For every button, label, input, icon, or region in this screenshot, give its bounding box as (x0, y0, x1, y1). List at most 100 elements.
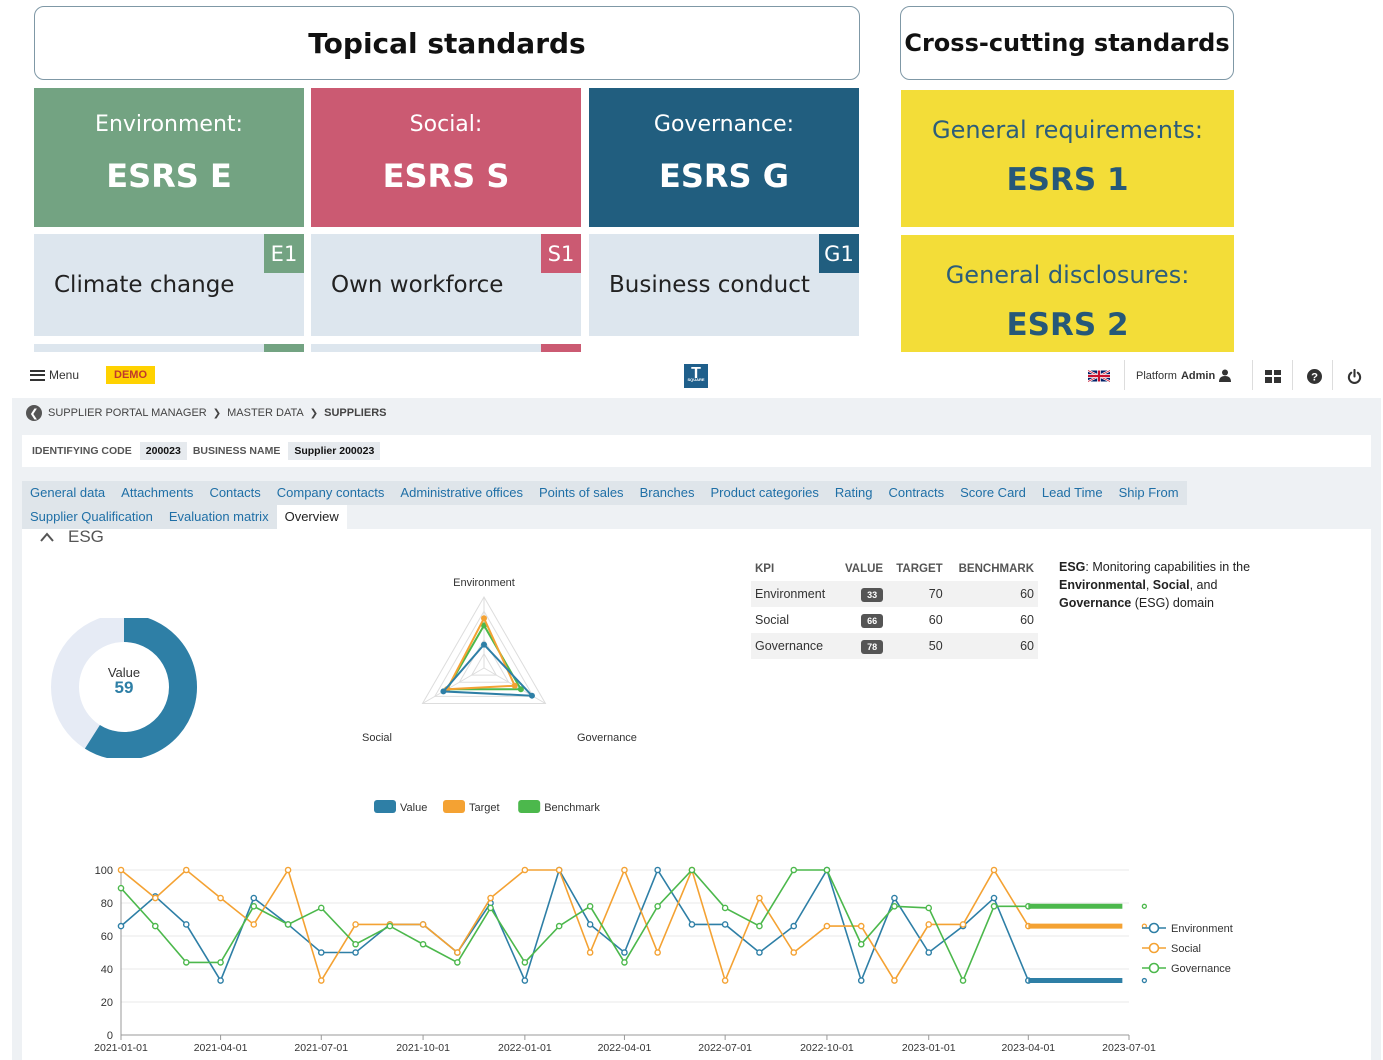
kpi-row: Environment 33 70 60 (751, 581, 1038, 607)
line-point (521, 866, 529, 874)
kpi-target: 50 (887, 633, 947, 659)
legend-item-social[interactable]: Social (1142, 942, 1201, 955)
line-point (721, 977, 729, 984)
y-tick-label: 100 (95, 865, 113, 877)
legend-label: Value (400, 802, 427, 814)
sub-tag: E1 (264, 234, 304, 273)
power-icon[interactable] (1345, 367, 1363, 385)
tab-ship-from[interactable]: Ship From (1110, 481, 1187, 505)
breadcrumb-item[interactable]: SUPPLIER PORTAL MANAGER (48, 407, 207, 419)
line-point (352, 949, 359, 956)
kpi-value-badge: 66 (861, 613, 884, 628)
legend-marker (1148, 922, 1160, 934)
tile-category: Environment: (95, 112, 243, 137)
kpi-target: 70 (887, 581, 947, 607)
desc-bold: Social (1152, 578, 1190, 592)
kpi-row: Governance 78 50 60 (751, 633, 1038, 659)
radar-point (481, 641, 487, 648)
line-point (182, 959, 190, 966)
sub-row-cropped-tag (264, 344, 304, 352)
tsquare-logo-icon[interactable]: T SQUARE (684, 364, 708, 388)
x-tick-label: 2022-01-01 (498, 1042, 552, 1054)
line-point (454, 959, 461, 966)
chevron-right-icon: ❯ (309, 407, 319, 419)
uk-flag-icon[interactable] (1088, 369, 1110, 383)
line-point (621, 866, 628, 874)
line-point (790, 922, 798, 930)
line-point (317, 977, 325, 984)
kpi-value-cell: 33 (836, 581, 888, 607)
menu-button[interactable]: Menu (30, 368, 79, 382)
help-icon[interactable]: ? (1305, 367, 1323, 385)
esg-trend-line-chart: 0 20 40 60 80 100 2021-01-01 2021-04-01 2021-07-… (94, 865, 1233, 1054)
desc-text: : Monitoring capabilities in the (1085, 560, 1251, 574)
tab-contracts[interactable]: Contracts (880, 481, 953, 505)
tile-category: General requirements: (932, 116, 1203, 144)
tab-supplier-qualification[interactable]: Supplier Qualification (22, 505, 161, 529)
business-name-label: BUSINESS NAME (192, 445, 281, 457)
esg-section-header[interactable]: ESG (40, 527, 104, 547)
tile-code: ESRS 2 (1006, 307, 1129, 343)
tile-code: ESRS 1 (1006, 162, 1129, 198)
breadcrumb: ❮ SUPPLIER PORTAL MANAGER ❯ MASTER DATA … (26, 405, 386, 421)
line-point (217, 894, 224, 902)
line-point (1141, 977, 1148, 984)
x-tick-label: 2021-01-01 (94, 1042, 148, 1054)
legend-item-benchmark[interactable]: Benchmark (518, 800, 600, 814)
kpi-col-header: TARGET (896, 563, 943, 575)
radar-axis-label: Social (362, 732, 392, 744)
tab-score-card[interactable]: Score Card (952, 481, 1034, 505)
apps-grid-icon[interactable] (1264, 367, 1282, 385)
radar-axis-label: Governance (577, 732, 637, 744)
tab-lead-time[interactable]: Lead Time (1033, 481, 1111, 505)
divider (1124, 360, 1125, 390)
kpi-name: Social (755, 613, 790, 627)
x-tick-label: 2023-07-01 (1102, 1042, 1156, 1054)
line-point (117, 884, 125, 892)
legend-item-value[interactable]: Value (374, 800, 427, 814)
radar-point (528, 692, 535, 699)
kpi-value-badge: 78 (861, 639, 884, 654)
legend-marker (1148, 942, 1160, 954)
line-point (990, 894, 998, 902)
tab-contacts[interactable]: Contacts (201, 481, 269, 505)
x-tick-label: 2021-07-01 (294, 1042, 348, 1054)
sub-tag: G1 (819, 234, 859, 273)
tile-code: ESRS G (659, 157, 789, 195)
tab-company-contacts[interactable]: Company contacts (268, 481, 393, 505)
user-menu[interactable]: Platform Admin (1136, 369, 1232, 382)
tab-product-categories[interactable]: Product categories (702, 481, 827, 505)
tab-rating[interactable]: Rating (826, 481, 881, 505)
back-arrow-icon[interactable]: ❮ (26, 405, 42, 421)
tab-overview[interactable]: Overview (276, 505, 347, 529)
tab-administrative-offices[interactable]: Administrative offices (392, 481, 532, 505)
tab-attachments[interactable]: Attachments (113, 481, 202, 505)
tab-evaluation-matrix[interactable]: Evaluation matrix (160, 505, 277, 529)
esg-gauge: Value 59 (51, 618, 197, 758)
legend-item-target[interactable]: Target (443, 800, 500, 814)
y-tick-label: 0 (107, 1030, 113, 1042)
sub-label: Business conduct (609, 272, 810, 298)
tab-general-data[interactable]: General data (22, 481, 114, 505)
chevron-up-icon[interactable] (40, 532, 54, 542)
sub-own-workforce: Own workforce S1 (311, 234, 581, 336)
tab-bar: General data Attachments Contacts Company c… (22, 481, 1371, 529)
tab-points-of-sales[interactable]: Points of sales (531, 481, 632, 505)
line-point (959, 921, 967, 928)
desc-bold: Governance (1059, 596, 1132, 610)
line-point (317, 904, 325, 912)
tab-branches[interactable]: Branches (631, 481, 703, 505)
sub-label: Climate change (54, 272, 235, 298)
x-tick-label: 2021-10-01 (396, 1042, 450, 1054)
legend-item-governance[interactable]: Governance (1142, 962, 1231, 975)
breadcrumb-current: SUPPLIERS (324, 407, 387, 419)
kpi-value-badge: 33 (861, 587, 884, 602)
line-point (959, 977, 967, 984)
line-point (891, 903, 898, 910)
topical-standards-title: Topical standards (308, 26, 586, 60)
line-point (1141, 903, 1148, 909)
y-tick-label: 60 (101, 931, 113, 943)
breadcrumb-item[interactable]: MASTER DATA (227, 407, 304, 419)
legend-item-environment[interactable]: Environment (1142, 922, 1233, 935)
kpi-benchmark: 60 (946, 633, 1038, 659)
